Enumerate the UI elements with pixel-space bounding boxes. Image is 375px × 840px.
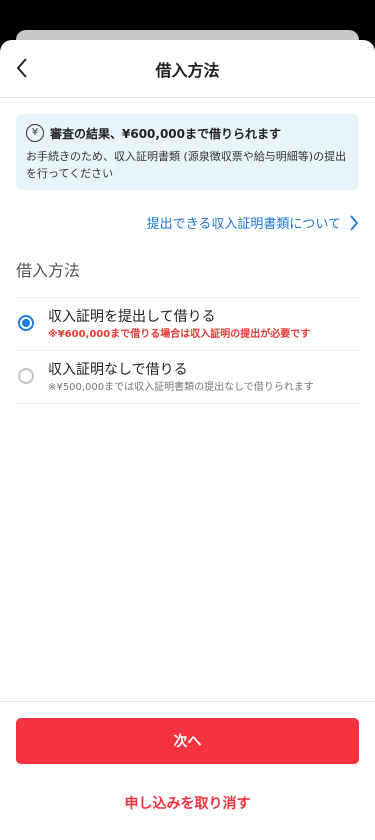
- next-button[interactable]: 次へ: [16, 718, 359, 764]
- back-button[interactable]: [8, 54, 36, 82]
- borrow-method-options: 収入証明を提出して借りる ※¥600,000まで借りる場合は収入証明の提出が必要…: [16, 297, 359, 404]
- info-title: 審査の結果、¥600,000まで借りられます: [50, 126, 282, 141]
- header: 借入方法: [0, 40, 375, 98]
- option-label: 収入証明なしで借りる: [48, 362, 188, 378]
- footer: 次へ 申し込みを取り消す: [0, 701, 375, 840]
- approval-info-box: ¥ 審査の結果、¥600,000まで借りられます お手続きのため、収入証明書類 …: [16, 114, 359, 190]
- income-docs-link-label: 提出できる収入証明書類について: [146, 217, 341, 232]
- bottom-sheet: 借入方法 ¥ 審査の結果、¥600,000まで借りられます お手続きのため、収入…: [0, 40, 375, 840]
- option-label: 収入証明を提出して借りる: [48, 309, 216, 325]
- income-docs-link[interactable]: 提出できる収入証明書類について: [16, 213, 359, 232]
- radio-selected[interactable]: [18, 315, 34, 331]
- cancel-application-link[interactable]: 申し込みを取り消す: [0, 793, 375, 813]
- option-note: ※¥500,000までは収入証明書類の提出なしで借りられます: [48, 382, 314, 393]
- page-title: 借入方法: [155, 60, 220, 80]
- yen-circle-icon: ¥: [26, 124, 44, 142]
- chevron-right-icon: [350, 214, 359, 231]
- option-without-income-proof[interactable]: 収入証明なしで借りる ※¥500,000までは収入証明書類の提出なしで借りられま…: [16, 351, 359, 404]
- option-with-income-proof[interactable]: 収入証明を提出して借りる ※¥600,000まで借りる場合は収入証明の提出が必要…: [16, 298, 359, 351]
- info-body: お手続きのため、収入証明書類 (源泉徴収票や給与明細等)の提出を行ってください: [26, 150, 347, 180]
- option-note: ※¥600,000まで借りる場合は収入証明の提出が必要です: [48, 329, 311, 340]
- chevron-left-icon: [16, 58, 27, 78]
- radio-unselected[interactable]: [18, 368, 34, 384]
- section-title: 借入方法: [16, 261, 81, 280]
